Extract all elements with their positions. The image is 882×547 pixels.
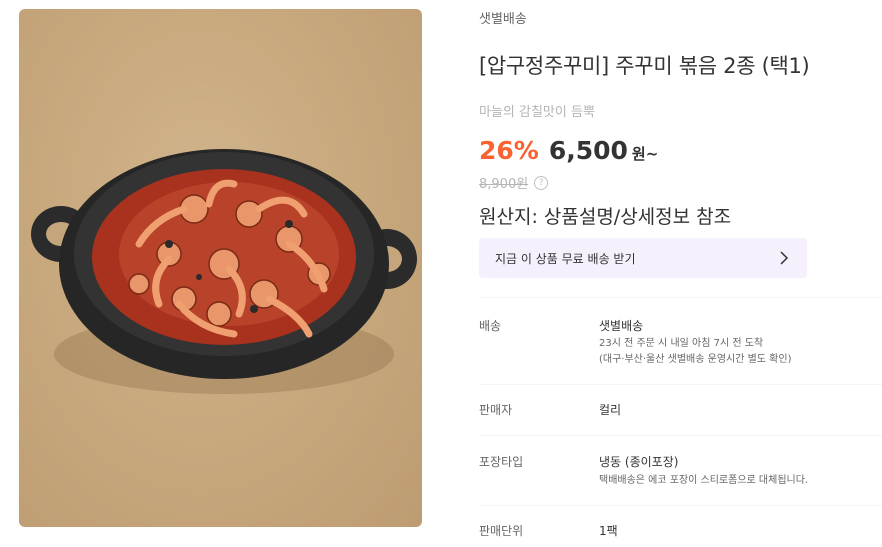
detail-label-unit: 판매단위 [479, 524, 524, 538]
divider [479, 505, 882, 506]
detail-value-unit: 1팩 [599, 524, 618, 538]
detail-sub-delivery-note: (대구·부산·울산 샛별배송 운영시간 별도 확인) [599, 354, 792, 365]
detail-value-seller: 컬리 [599, 403, 622, 417]
origin-info: 원산지: 상품설명/상세정보 참조 [479, 206, 732, 228]
discount-rate: 26% [479, 136, 539, 165]
detail-label-delivery: 배송 [479, 319, 502, 333]
detail-value-delivery: 샛별배송 [599, 319, 644, 333]
divider [479, 297, 882, 298]
original-price-row: 8,900원 ? [479, 173, 549, 192]
price-unit: 원~ [631, 145, 659, 163]
product-title: [압구정주꾸미] 주꾸미 볶음 2종 (택1) [479, 54, 810, 78]
detail-sub-packaging-note: 택배배송은 에코 포장이 스티로폼으로 대체됩니다. [599, 475, 809, 486]
detail-value-packaging: 냉동 (종이포장) [599, 455, 679, 469]
delivery-type-label: 샛별배송 [479, 12, 527, 27]
free-delivery-banner[interactable]: 지금 이 상품 무료 배송 받기 [479, 238, 807, 278]
product-subtitle: 마늘의 감칠맛이 듬뿍 [479, 105, 595, 120]
detail-label-seller: 판매자 [479, 403, 513, 417]
chevron-right-icon [780, 251, 789, 265]
product-info: 샛별배송 [압구정주꾸미] 주꾸미 볶음 2종 (택1) 마늘의 감칠맛이 듬뿍… [479, 0, 882, 547]
detail-label-packaging: 포장타입 [479, 455, 524, 469]
divider [479, 384, 882, 385]
free-delivery-text: 지금 이 상품 무료 배송 받기 [495, 251, 636, 266]
original-price: 8,900원 [479, 177, 529, 192]
product-image [19, 9, 422, 527]
sale-price: 6,500 [548, 136, 628, 165]
detail-sub-delivery-time: 23시 전 주문 시 내일 아침 7시 전 도착 [599, 338, 764, 349]
divider [479, 435, 882, 436]
question-icon[interactable]: ? [534, 175, 549, 190]
price-row: 26% 6,500 원~ [479, 136, 658, 165]
